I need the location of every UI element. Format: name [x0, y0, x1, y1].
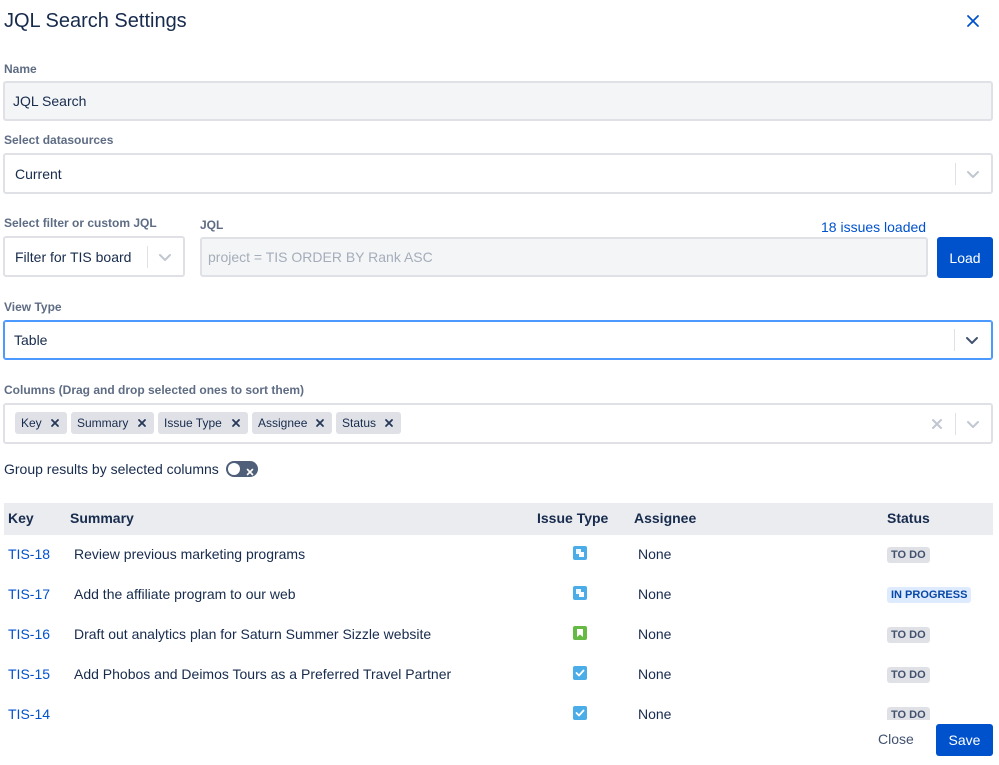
assignee-value: None: [638, 706, 672, 720]
issue-summary: Draft out analytics plan for Saturn Summ…: [74, 626, 432, 642]
table-row: TIS-17 Add the affiliate program to our …: [4, 575, 993, 615]
column-header-key[interactable]: Key: [8, 510, 34, 526]
assignee-value: None: [638, 626, 672, 642]
toggle-off-icon: [245, 464, 255, 476]
issue-summary: Add Phobos and Deimos Tours as a Preferr…: [74, 666, 452, 682]
column-tag-summary[interactable]: Summary: [71, 412, 154, 434]
toggle-knob: [228, 463, 240, 475]
status-badge: TO DO: [887, 667, 930, 683]
status-badge: IN PROGRESS: [887, 587, 972, 603]
select-separator: [147, 246, 148, 268]
issue-key-link[interactable]: TIS-14: [8, 706, 50, 720]
column-header-assignee[interactable]: Assignee: [634, 510, 696, 526]
filter-select[interactable]: Filter for TIS board: [3, 236, 185, 277]
column-header-status[interactable]: Status: [887, 510, 930, 526]
task-icon: [573, 666, 587, 680]
story-icon: [573, 586, 587, 600]
group-label: Group results by selected columns: [4, 461, 219, 477]
table-header: [4, 503, 993, 535]
column-tag-issue-type[interactable]: Issue Type: [158, 412, 248, 434]
view-type-value: Table: [14, 332, 48, 348]
chevron-down-icon[interactable]: [965, 416, 981, 432]
column-tag-assignee[interactable]: Assignee: [252, 412, 332, 434]
remove-tag-icon[interactable]: [383, 417, 395, 429]
select-separator: [955, 163, 956, 185]
column-header-issue-type[interactable]: Issue Type: [537, 510, 608, 526]
jql-input[interactable]: project = TIS ORDER BY Rank ASC: [200, 237, 928, 277]
table-row: TIS-15 Add Phobos and Deimos Tours as a …: [4, 655, 993, 695]
close-icon[interactable]: [962, 10, 984, 32]
status-badge: TO DO: [887, 707, 930, 720]
dialog-title: JQL Search Settings: [4, 10, 187, 32]
save-button[interactable]: Save: [936, 724, 993, 756]
select-separator: [954, 329, 955, 351]
name-input[interactable]: JQL Search: [3, 81, 993, 121]
remove-tag-icon[interactable]: [314, 417, 326, 429]
filter-value: Filter for TIS board: [15, 248, 132, 265]
columns-label: Columns (Drag and drop selected ones to …: [4, 383, 305, 397]
assignee-value: None: [638, 666, 672, 682]
status-badge: TO DO: [887, 547, 930, 563]
task-icon: [573, 706, 587, 720]
name-value: JQL Search: [13, 93, 87, 109]
issue-key-link[interactable]: TIS-18: [8, 546, 50, 562]
datasources-label: Select datasources: [4, 133, 114, 147]
load-button[interactable]: Load: [937, 237, 993, 278]
name-label: Name: [4, 62, 37, 76]
table-row: TIS-16 Draft out analytics plan for Satu…: [4, 615, 993, 655]
jql-label: JQL: [200, 218, 224, 232]
table-row: TIS-14 None TO DO: [4, 695, 993, 720]
filter-label: Select filter or custom JQL: [4, 216, 157, 230]
results-table: TIS-18 Review previous marketing program…: [4, 535, 993, 720]
chevron-down-icon[interactable]: [157, 249, 173, 265]
column-tag-key[interactable]: Key: [15, 412, 67, 434]
issue-key-link[interactable]: TIS-15: [8, 666, 50, 682]
datasources-value: Current: [15, 165, 62, 182]
story-icon: [573, 546, 587, 560]
column-tag-status[interactable]: Status: [336, 412, 401, 434]
table-row: TIS-18 Review previous marketing program…: [4, 535, 993, 575]
remove-tag-icon[interactable]: [230, 417, 242, 429]
assignee-value: None: [638, 586, 672, 602]
bookmark-icon: [573, 626, 587, 640]
chevron-down-icon[interactable]: [964, 332, 980, 348]
view-type-select[interactable]: Table: [3, 320, 993, 360]
jql-placeholder: project = TIS ORDER BY Rank ASC: [208, 249, 433, 265]
select-separator: [955, 413, 956, 435]
close-button[interactable]: Close: [878, 731, 914, 747]
issues-loaded-count: 18 issues loaded: [821, 219, 927, 235]
assignee-value: None: [638, 546, 672, 562]
remove-tag-icon[interactable]: [49, 417, 61, 429]
datasources-select[interactable]: Current: [3, 153, 993, 194]
status-badge: TO DO: [887, 627, 930, 643]
view-type-label: View Type: [4, 300, 62, 314]
issue-summary: Add the affiliate program to our web: [74, 586, 296, 602]
remove-tag-icon[interactable]: [136, 417, 148, 429]
issue-summary: Review previous marketing programs: [74, 546, 306, 562]
group-toggle[interactable]: [226, 461, 258, 477]
column-header-summary[interactable]: Summary: [70, 510, 134, 526]
issue-key-link[interactable]: TIS-16: [8, 626, 50, 642]
issue-key-link[interactable]: TIS-17: [8, 586, 50, 602]
chevron-down-icon[interactable]: [965, 166, 981, 182]
clear-icon[interactable]: [929, 416, 945, 432]
